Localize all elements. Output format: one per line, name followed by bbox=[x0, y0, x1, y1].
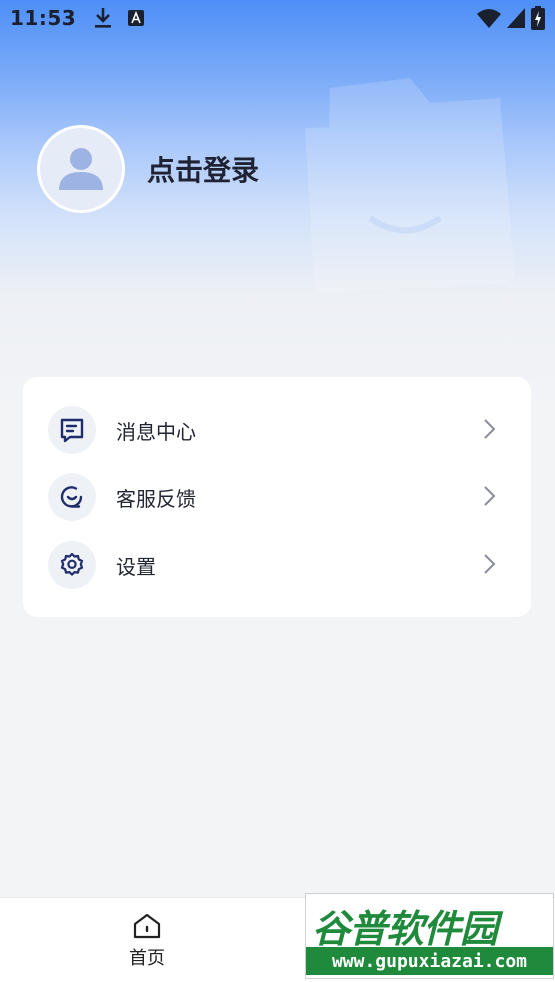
chevron-right-icon bbox=[484, 486, 496, 506]
avatar[interactable] bbox=[37, 125, 125, 213]
message-icon bbox=[60, 418, 84, 443]
menu-item-settings[interactable]: 设置 bbox=[23, 531, 531, 599]
menu-item-message-center[interactable]: 消息中心 bbox=[23, 396, 531, 464]
profile-section[interactable]: 点击登录 bbox=[37, 125, 259, 213]
battery-charging-icon bbox=[531, 6, 545, 30]
menu-item-label: 消息中心 bbox=[116, 419, 196, 444]
download-icon bbox=[95, 8, 112, 28]
wifi-icon bbox=[477, 9, 501, 28]
folder-illustration-icon bbox=[305, 78, 515, 293]
chevron-right-icon bbox=[484, 554, 496, 574]
customer-service-icon bbox=[60, 486, 83, 508]
a-letter-notification-icon bbox=[128, 10, 145, 26]
nav-tab-home[interactable]: 首页 bbox=[107, 912, 187, 974]
menu-item-label: 设置 bbox=[116, 554, 156, 579]
home-icon bbox=[133, 913, 161, 939]
user-silhouette-icon bbox=[59, 148, 103, 190]
menu-card: 消息中心 客服反馈 设置 bbox=[23, 377, 531, 617]
nav-tab-label: 首页 bbox=[129, 948, 165, 969]
watermark-title: 谷普软件园 bbox=[312, 907, 498, 951]
status-bar: 11:53 bbox=[0, 0, 555, 36]
watermark-url: www.gupuxiazai.com bbox=[306, 947, 553, 975]
watermark-logo: 谷普软件园 www.gupuxiazai.com bbox=[305, 893, 554, 979]
settings-gear-icon bbox=[60, 552, 84, 576]
menu-item-customer-feedback[interactable]: 客服反馈 bbox=[23, 463, 531, 531]
menu-item-label: 客服反馈 bbox=[116, 486, 196, 511]
menu-icon-container bbox=[48, 473, 96, 521]
menu-icon-container bbox=[48, 541, 96, 589]
chevron-right-icon bbox=[484, 419, 496, 439]
status-time: 11:53 bbox=[10, 6, 77, 30]
cellular-signal-icon bbox=[507, 8, 525, 28]
menu-icon-container bbox=[48, 406, 96, 454]
login-link[interactable]: 点击登录 bbox=[147, 149, 259, 189]
